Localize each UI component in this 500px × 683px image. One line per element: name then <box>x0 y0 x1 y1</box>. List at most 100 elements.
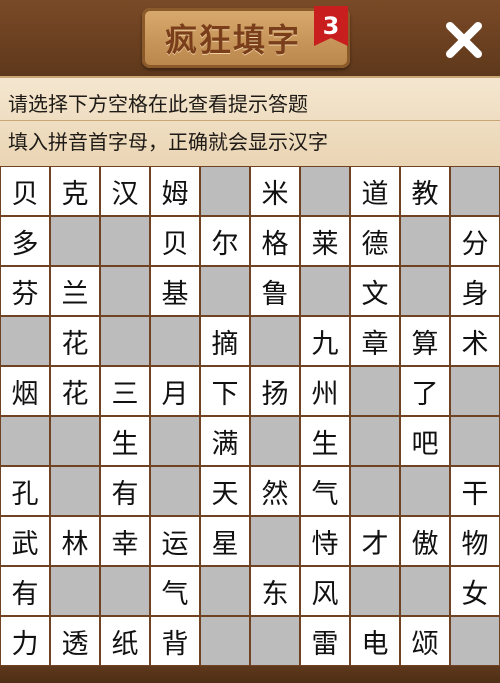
grid-cell-letter[interactable]: 贝 <box>0 166 50 216</box>
grid-cell-letter[interactable]: 干 <box>450 466 500 516</box>
grid-cell-letter[interactable]: 身 <box>450 266 500 316</box>
grid-cell-letter[interactable]: 分 <box>450 216 500 266</box>
grid-cell-blocked <box>0 416 50 466</box>
grid-cell-letter[interactable]: 州 <box>300 366 350 416</box>
grid-cell-letter[interactable]: 兰 <box>50 266 100 316</box>
grid-cell-letter[interactable]: 道 <box>350 166 400 216</box>
grid-cell-letter[interactable]: 扬 <box>250 366 300 416</box>
grid-cell-blocked <box>250 516 300 566</box>
grid-cell-blocked <box>50 416 100 466</box>
grid-cell-blocked <box>150 316 200 366</box>
grid-cell-blocked <box>350 566 400 616</box>
grid-cell-blocked <box>200 166 250 216</box>
top-bar: 疯狂填字 3 <box>0 0 500 76</box>
grid-cell-letter[interactable]: 姆 <box>150 166 200 216</box>
close-button[interactable] <box>438 14 490 66</box>
grid-cell-letter[interactable]: 烟 <box>0 366 50 416</box>
grid-cell-letter[interactable]: 生 <box>300 416 350 466</box>
grid-cell-blocked <box>0 316 50 366</box>
grid-cell-blocked <box>300 266 350 316</box>
grid-cell-letter[interactable]: 鲁 <box>250 266 300 316</box>
grid-cell-letter[interactable]: 武 <box>0 516 50 566</box>
grid-cell-blocked <box>350 366 400 416</box>
grid-cell-letter[interactable]: 克 <box>50 166 100 216</box>
grid-cell-letter[interactable]: 三 <box>100 366 150 416</box>
hint-instruction-1: 请选择下方空格在此查看提示答题 <box>8 92 308 116</box>
grid-cell-letter[interactable]: 雷 <box>300 616 350 666</box>
hint-panel: 请选择下方空格在此查看提示答题 填入拼音首字母，正确就会显示汉字 <box>0 76 500 168</box>
grid-cell-letter[interactable]: 傲 <box>400 516 450 566</box>
grid-cell-blocked <box>50 566 100 616</box>
grid-cell-letter[interactable]: 气 <box>150 566 200 616</box>
grid-cell-letter[interactable]: 颂 <box>400 616 450 666</box>
grid-cell-letter[interactable]: 尔 <box>200 216 250 266</box>
grid-cell-blocked <box>400 266 450 316</box>
grid-cell-blocked <box>350 466 400 516</box>
grid-cell-blocked <box>200 566 250 616</box>
grid-cell-blocked <box>50 216 100 266</box>
grid-cell-letter[interactable]: 天 <box>200 466 250 516</box>
grid-cell-letter[interactable]: 月 <box>150 366 200 416</box>
grid-cell-letter[interactable]: 生 <box>100 416 150 466</box>
game-title-plate: 疯狂填字 3 <box>142 6 350 68</box>
grid-cell-letter[interactable]: 物 <box>450 516 500 566</box>
grid-cell-letter[interactable]: 透 <box>50 616 100 666</box>
grid-cell-letter[interactable]: 纸 <box>100 616 150 666</box>
grid-cell-letter[interactable]: 星 <box>200 516 250 566</box>
grid-cell-letter[interactable]: 算 <box>400 316 450 366</box>
grid-cell-letter[interactable]: 花 <box>50 366 100 416</box>
grid-cell-letter[interactable]: 德 <box>350 216 400 266</box>
grid-cell-letter[interactable]: 幸 <box>100 516 150 566</box>
grid-cell-letter[interactable]: 教 <box>400 166 450 216</box>
grid-cell-letter[interactable]: 气 <box>300 466 350 516</box>
grid-cell-blocked <box>200 616 250 666</box>
hint-divider <box>0 120 500 121</box>
grid-cell-blocked <box>350 416 400 466</box>
grid-cell-letter[interactable]: 满 <box>200 416 250 466</box>
bottom-wood-strip <box>0 666 500 683</box>
grid-cell-letter[interactable]: 基 <box>150 266 200 316</box>
grid-cell-letter[interactable]: 力 <box>0 616 50 666</box>
grid-cell-blocked <box>400 566 450 616</box>
grid-cell-letter[interactable]: 女 <box>450 566 500 616</box>
grid-cell-blocked <box>250 416 300 466</box>
grid-cell-letter[interactable]: 章 <box>350 316 400 366</box>
grid-cell-blocked <box>100 566 150 616</box>
grid-cell-letter[interactable]: 格 <box>250 216 300 266</box>
grid-cell-letter[interactable]: 吧 <box>400 416 450 466</box>
grid-cell-letter[interactable]: 恃 <box>300 516 350 566</box>
grid-cell-letter[interactable]: 有 <box>100 466 150 516</box>
grid-cell-letter[interactable]: 术 <box>450 316 500 366</box>
close-icon <box>446 22 482 58</box>
grid-cell-letter[interactable]: 运 <box>150 516 200 566</box>
grid-cell-letter[interactable]: 九 <box>300 316 350 366</box>
grid-cell-letter[interactable]: 有 <box>0 566 50 616</box>
grid-cell-blocked <box>250 616 300 666</box>
grid-cell-letter[interactable]: 了 <box>400 366 450 416</box>
grid-cell-letter[interactable]: 电 <box>350 616 400 666</box>
grid-cell-letter[interactable]: 莱 <box>300 216 350 266</box>
grid-cell-letter[interactable]: 孔 <box>0 466 50 516</box>
grid-cell-letter[interactable]: 才 <box>350 516 400 566</box>
grid-cell-letter[interactable]: 风 <box>300 566 350 616</box>
grid-cell-letter[interactable]: 林 <box>50 516 100 566</box>
grid-cell-blocked <box>450 166 500 216</box>
grid-cell-blocked <box>200 266 250 316</box>
hint-instruction-2: 填入拼音首字母，正确就会显示汉字 <box>8 130 328 154</box>
grid-cell-blocked <box>450 366 500 416</box>
grid-cell-letter[interactable]: 花 <box>50 316 100 366</box>
grid-cell-letter[interactable]: 摘 <box>200 316 250 366</box>
grid-cell-letter[interactable]: 文 <box>350 266 400 316</box>
grid-cell-blocked <box>400 466 450 516</box>
grid-cell-blocked <box>100 266 150 316</box>
grid-cell-letter[interactable]: 汉 <box>100 166 150 216</box>
grid-cell-letter[interactable]: 多 <box>0 216 50 266</box>
grid-cell-letter[interactable]: 下 <box>200 366 250 416</box>
grid-cell-letter[interactable]: 贝 <box>150 216 200 266</box>
grid-cell-letter[interactable]: 米 <box>250 166 300 216</box>
grid-cell-blocked <box>150 416 200 466</box>
grid-cell-letter[interactable]: 东 <box>250 566 300 616</box>
grid-cell-letter[interactable]: 芬 <box>0 266 50 316</box>
grid-cell-letter[interactable]: 然 <box>250 466 300 516</box>
grid-cell-letter[interactable]: 背 <box>150 616 200 666</box>
